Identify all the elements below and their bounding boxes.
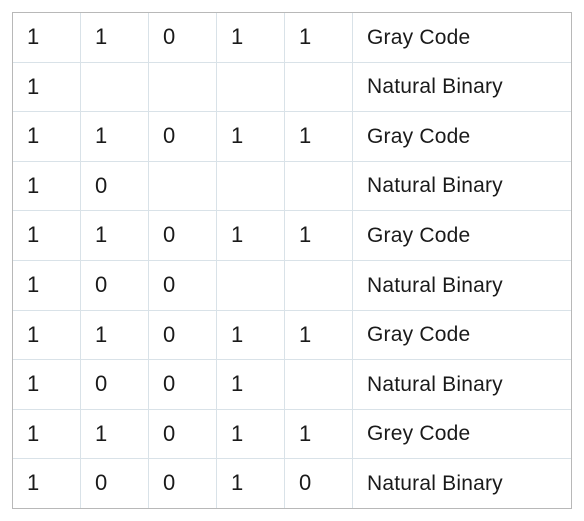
bit-cell: 1 <box>81 311 149 360</box>
table-row: 1 1 0 1 1 Gray Code <box>13 112 571 162</box>
row-label: Grey Code <box>353 410 571 459</box>
bit-cell: 1 <box>13 410 81 459</box>
bit-cell: 1 <box>217 360 285 409</box>
bit-cell: 1 <box>13 261 81 310</box>
bit-cell: 0 <box>149 112 217 161</box>
bit-cell: 1 <box>217 13 285 62</box>
bit-cell: 1 <box>217 459 285 508</box>
table-row: 1 1 0 1 1 Gray Code <box>13 311 571 361</box>
bit-cell: 1 <box>285 311 353 360</box>
row-label: Natural Binary <box>353 360 571 409</box>
bit-cell: 0 <box>81 360 149 409</box>
bit-cell: 1 <box>13 112 81 161</box>
bit-cell: 0 <box>149 211 217 260</box>
bit-cell: 1 <box>81 112 149 161</box>
table-row: 1 1 0 1 1 Grey Code <box>13 410 571 460</box>
bit-cell <box>285 360 353 409</box>
bit-cell: 1 <box>81 211 149 260</box>
row-label: Natural Binary <box>353 261 571 310</box>
bit-cell: 0 <box>149 311 217 360</box>
bit-cell <box>81 63 149 112</box>
row-label: Gray Code <box>353 311 571 360</box>
bit-cell <box>217 63 285 112</box>
row-label: Gray Code <box>353 13 571 62</box>
conversion-table: 1 1 0 1 1 Gray Code 1 Natural Binary 1 1… <box>12 12 572 509</box>
row-label: Gray Code <box>353 112 571 161</box>
bit-cell: 1 <box>13 63 81 112</box>
bit-cell <box>149 162 217 211</box>
bit-cell: 0 <box>149 410 217 459</box>
bit-cell <box>285 162 353 211</box>
bit-cell: 1 <box>285 410 353 459</box>
bit-cell: 0 <box>81 162 149 211</box>
bit-cell: 1 <box>285 13 353 62</box>
bit-cell <box>149 63 217 112</box>
bit-cell: 1 <box>217 311 285 360</box>
bit-cell: 1 <box>13 162 81 211</box>
table-row: 1 Natural Binary <box>13 63 571 113</box>
bit-cell: 0 <box>81 459 149 508</box>
row-label: Natural Binary <box>353 63 571 112</box>
bit-cell: 0 <box>149 360 217 409</box>
bit-cell: 1 <box>13 211 81 260</box>
bit-cell: 0 <box>149 261 217 310</box>
bit-cell: 1 <box>13 459 81 508</box>
row-label: Natural Binary <box>353 459 571 508</box>
row-label: Natural Binary <box>353 162 571 211</box>
table-row: 1 1 0 1 1 Gray Code <box>13 13 571 63</box>
bit-cell: 1 <box>13 13 81 62</box>
bit-cell <box>285 261 353 310</box>
table-row: 1 0 Natural Binary <box>13 162 571 212</box>
bit-cell <box>217 162 285 211</box>
table-row: 1 1 0 1 1 Gray Code <box>13 211 571 261</box>
bit-cell <box>285 63 353 112</box>
bit-cell: 1 <box>217 410 285 459</box>
bit-cell: 1 <box>81 13 149 62</box>
table-row: 1 0 0 1 0 Natural Binary <box>13 459 571 508</box>
row-label: Gray Code <box>353 211 571 260</box>
bit-cell: 1 <box>13 360 81 409</box>
bit-cell: 1 <box>13 311 81 360</box>
bit-cell: 0 <box>149 459 217 508</box>
bit-cell: 1 <box>285 211 353 260</box>
bit-cell: 1 <box>81 410 149 459</box>
bit-cell: 0 <box>149 13 217 62</box>
bit-cell: 1 <box>217 112 285 161</box>
bit-cell: 0 <box>285 459 353 508</box>
bit-cell: 1 <box>285 112 353 161</box>
bit-cell: 1 <box>217 211 285 260</box>
table-row: 1 0 0 1 Natural Binary <box>13 360 571 410</box>
table-row: 1 0 0 Natural Binary <box>13 261 571 311</box>
bit-cell <box>217 261 285 310</box>
bit-cell: 0 <box>81 261 149 310</box>
